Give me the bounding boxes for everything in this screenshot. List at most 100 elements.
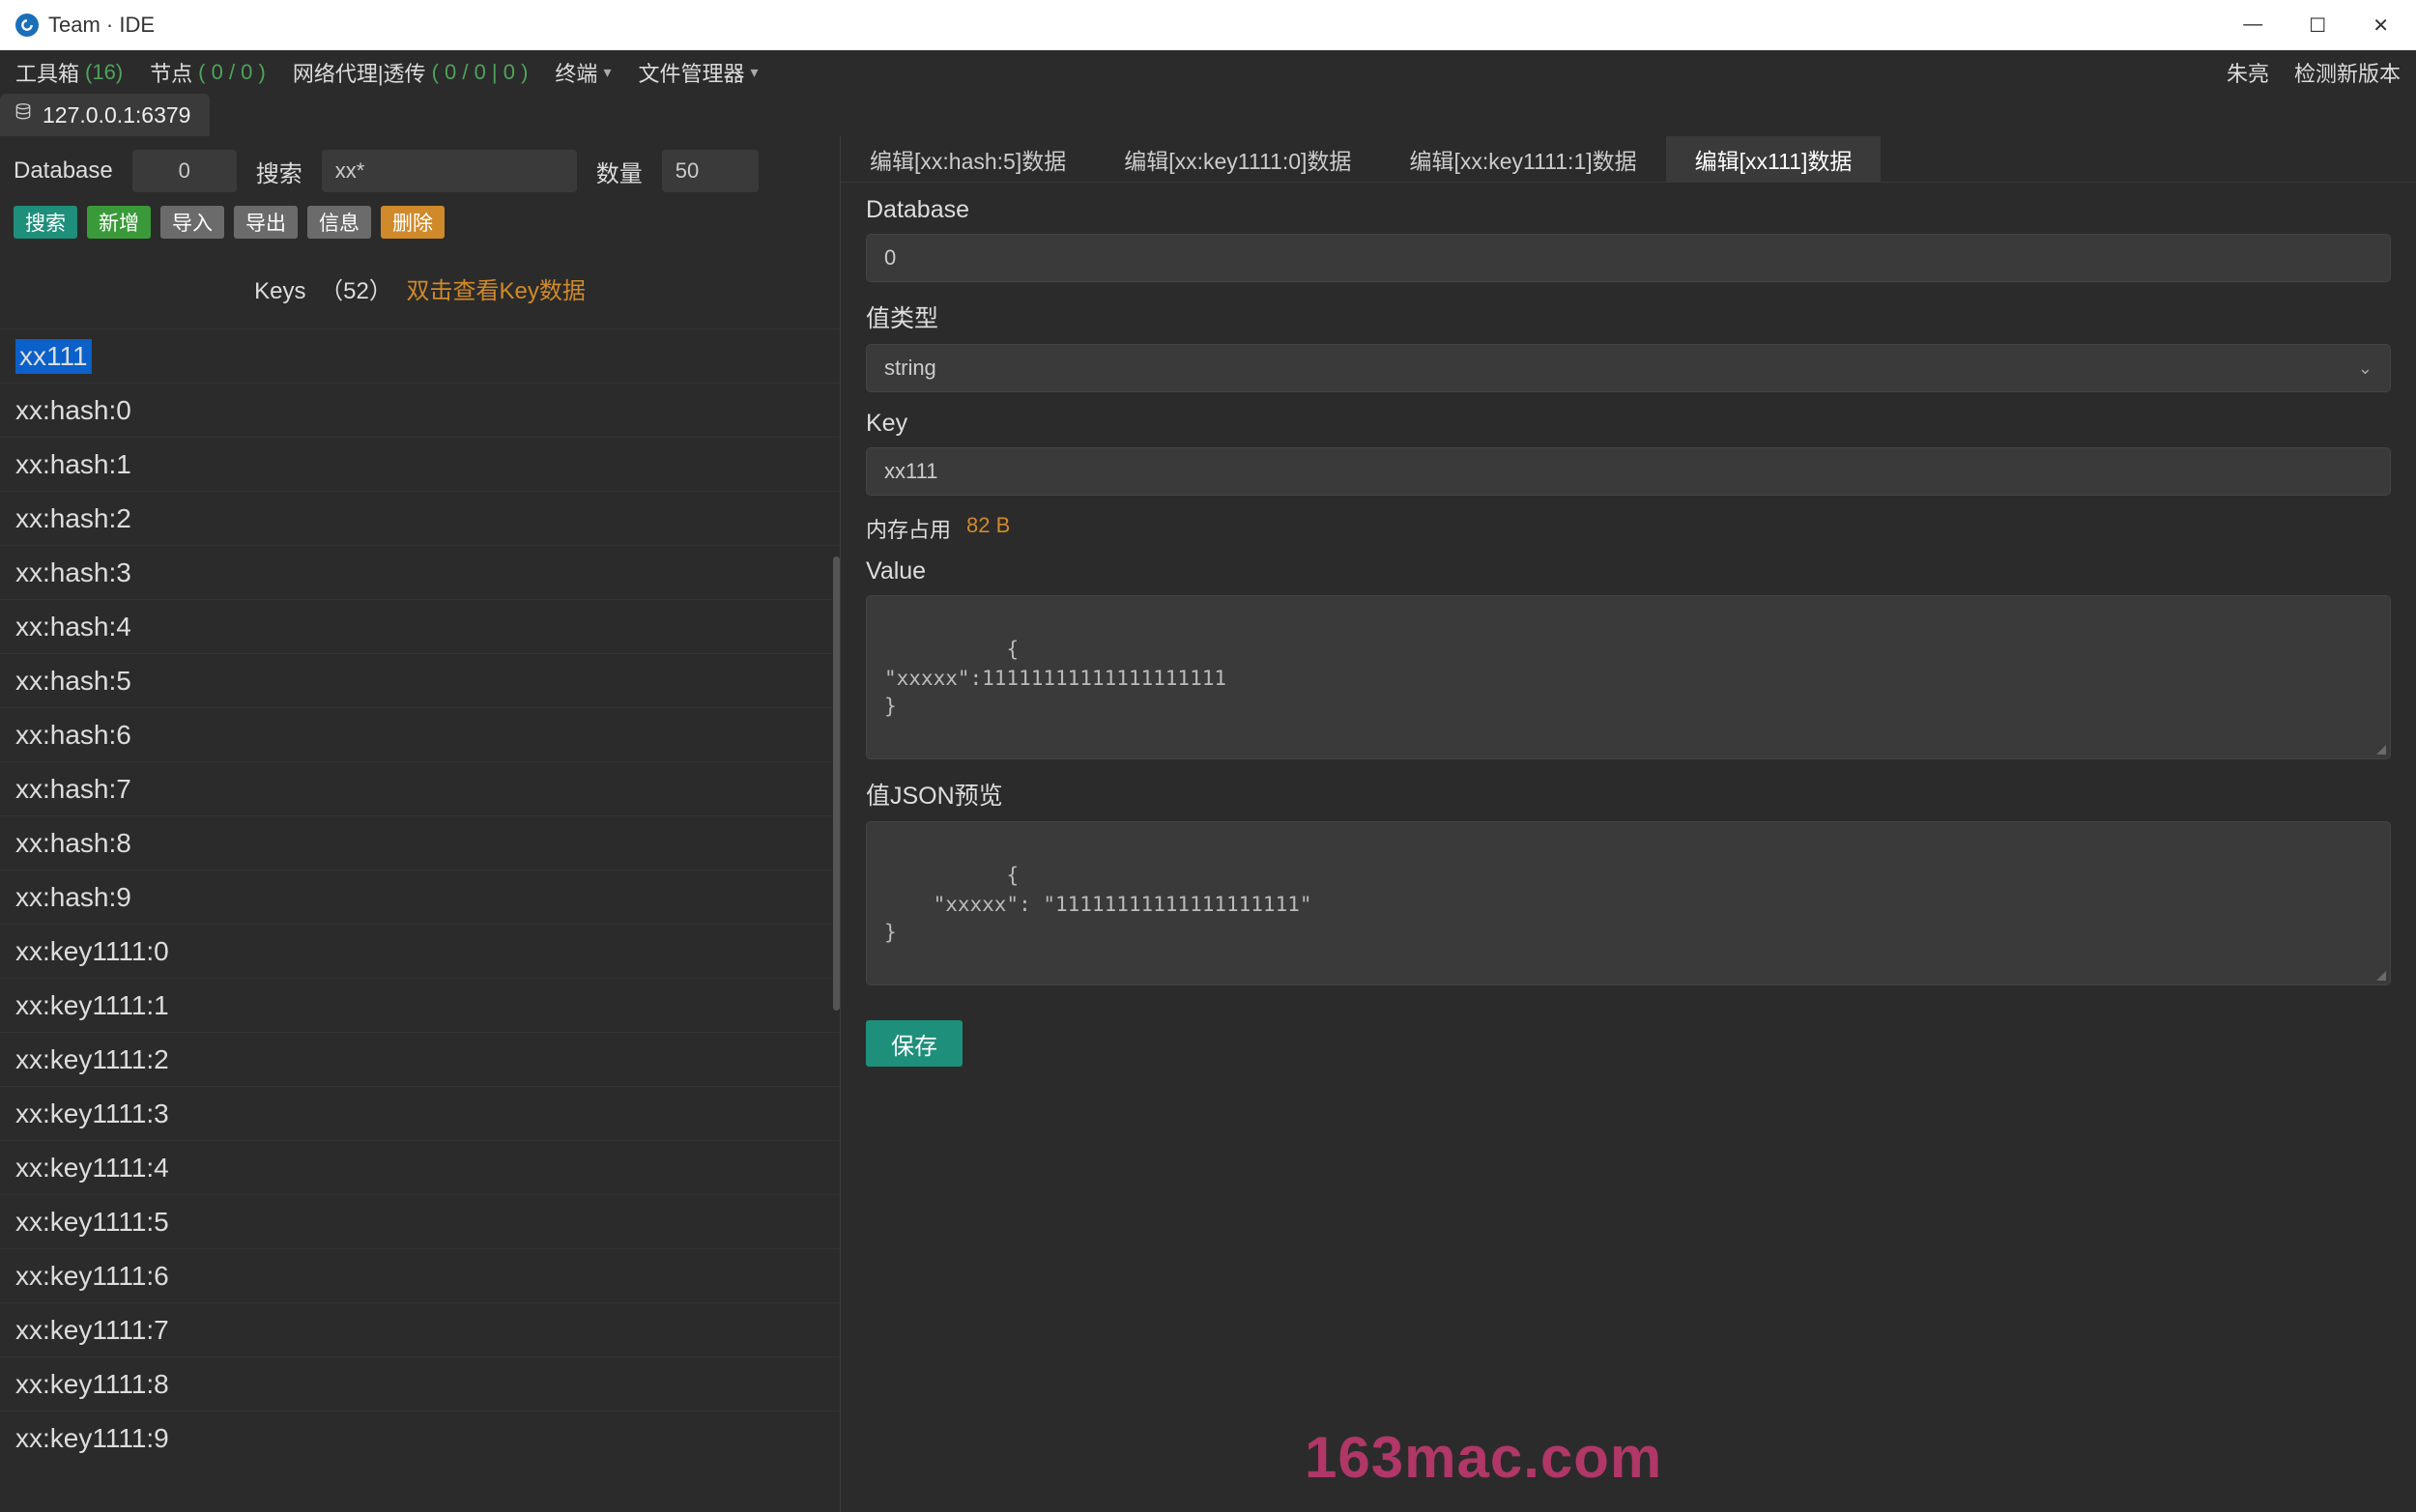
field-type-value: string — [884, 356, 936, 381]
menu-nodes-label: 节点 — [150, 57, 192, 88]
sidebar-filters: Database 0 搜索 xx* 数量 50 — [0, 136, 840, 202]
menu-netproxy-count: ( 0 / 0 | 0 ) — [432, 60, 529, 85]
memory-row: 内存占用 82 B — [866, 513, 2391, 544]
database-label: Database — [14, 157, 113, 185]
editor-tab[interactable]: 编辑[xx:key1111:0]数据 — [1095, 136, 1380, 182]
key-row[interactable]: xx:key1111:0 — [0, 924, 840, 978]
key-row[interactable]: xx:hash:1 — [0, 437, 840, 491]
menu-user[interactable]: 朱亮 — [2227, 57, 2269, 88]
field-database-label: Database — [866, 196, 2391, 224]
key-row[interactable]: xx:key1111:8 — [0, 1356, 840, 1411]
info-button[interactable]: 信息 — [307, 206, 371, 239]
field-value-label: Value — [866, 557, 2391, 585]
resize-handle-icon[interactable] — [2376, 971, 2386, 981]
menu-netproxy-label: 网络代理|透传 — [293, 57, 426, 88]
add-button[interactable]: 新增 — [87, 206, 151, 239]
delete-button[interactable]: 删除 — [381, 206, 445, 239]
resize-handle-icon[interactable] — [2376, 745, 2386, 755]
import-button[interactable]: 导入 — [160, 206, 224, 239]
key-row[interactable]: xx:hash:4 — [0, 599, 840, 653]
key-row[interactable]: xx:key1111:2 — [0, 1032, 840, 1086]
field-json-content: { "xxxxx": "11111111111111111111" } — [884, 864, 1312, 944]
menu-filemanager-label: 文件管理器 — [638, 57, 744, 88]
keys-header-hint: 双击查看Key数据 — [407, 278, 586, 304]
key-row[interactable]: xx:key1111:6 — [0, 1248, 840, 1302]
menu-nodes-count: ( 0 / 0 ) — [198, 60, 266, 85]
count-value: 50 — [676, 158, 699, 184]
key-row[interactable]: xx:hash:5 — [0, 653, 840, 707]
sidebar-actions: 搜索 新增 导入 导出 信息 删除 — [0, 202, 840, 248]
key-row[interactable]: xx:hash:0 — [0, 383, 840, 437]
title-bar: Team · IDE — ☐ ✕ — [0, 0, 2416, 50]
field-json-label: 值JSON预览 — [866, 777, 2391, 812]
count-input[interactable]: 50 — [662, 150, 759, 192]
chevron-down-icon: ▾ — [750, 63, 758, 82]
field-json-textarea[interactable]: { "xxxxx": "11111111111111111111" } — [866, 821, 2391, 985]
field-key-value: xx111 — [884, 459, 937, 484]
search-input[interactable]: xx* — [322, 150, 577, 192]
chevron-down-icon: ⌄ — [2358, 358, 2373, 379]
minimize-button[interactable]: — — [2243, 14, 2262, 38]
key-list: xx111xx:hash:0xx:hash:1xx:hash:2xx:hash:… — [0, 328, 840, 1512]
editor-tab[interactable]: 编辑[xx111]数据 — [1666, 136, 1882, 182]
field-database-value: 0 — [884, 245, 896, 271]
key-row[interactable]: xx:hash:3 — [0, 545, 840, 599]
count-label: 数量 — [596, 155, 643, 188]
menu-terminal[interactable]: 终端 ▾ — [555, 57, 611, 88]
export-button[interactable]: 导出 — [234, 206, 298, 239]
editor-tabs: 编辑[xx:hash:5]数据编辑[xx:key1111:0]数据编辑[xx:k… — [841, 136, 2416, 183]
field-value-content: { "xxxxx":11111111111111111111 } — [884, 638, 1226, 718]
database-input[interactable]: 0 — [132, 150, 237, 192]
connection-tab[interactable]: 127.0.0.1:6379 — [0, 94, 210, 136]
app-logo-icon — [15, 14, 39, 37]
chevron-down-icon: ▾ — [603, 63, 611, 82]
window-controls: — ☐ ✕ — [2243, 14, 2401, 38]
key-row[interactable]: xx:key1111:1 — [0, 978, 840, 1032]
key-row[interactable]: xx:key1111:3 — [0, 1086, 840, 1140]
database-icon — [14, 102, 33, 128]
menu-toolbox-count: (16) — [85, 60, 123, 85]
key-row[interactable]: xx111 — [0, 328, 840, 383]
key-row[interactable]: xx:hash:6 — [0, 707, 840, 761]
menu-terminal-label: 终端 — [555, 57, 597, 88]
field-key-label: Key — [866, 410, 2391, 438]
close-button[interactable]: ✕ — [2373, 14, 2389, 38]
scrollbar-thumb[interactable] — [833, 556, 840, 1011]
key-row[interactable]: xx:key1111:4 — [0, 1140, 840, 1194]
editor-tab[interactable]: 编辑[xx:hash:5]数据 — [841, 136, 1095, 182]
key-row[interactable]: xx:hash:8 — [0, 815, 840, 870]
menu-toolbox-label: 工具箱 — [15, 57, 79, 88]
key-row[interactable]: xx:hash:7 — [0, 761, 840, 815]
left-panel: Database 0 搜索 xx* 数量 50 搜索 新增 导入 导出 信息 删… — [0, 136, 841, 1512]
menu-bar: 工具箱 (16) 节点 ( 0 / 0 ) 网络代理|透传 ( 0 / 0 | … — [0, 50, 2416, 94]
right-panel: 编辑[xx:hash:5]数据编辑[xx:key1111:0]数据编辑[xx:k… — [841, 136, 2416, 1512]
key-row[interactable]: xx:key1111:7 — [0, 1302, 840, 1356]
keys-header: Keys （52） 双击查看Key数据 — [0, 248, 840, 328]
window-title: Team · IDE — [48, 13, 155, 38]
key-row[interactable]: xx:key1111:9 — [0, 1411, 840, 1465]
editor-tab[interactable]: 编辑[xx:key1111:1]数据 — [1380, 136, 1665, 182]
menu-toolbox[interactable]: 工具箱 (16) — [15, 57, 123, 88]
menu-filemanager[interactable]: 文件管理器 ▾ — [638, 57, 758, 88]
field-value-textarea[interactable]: { "xxxxx":11111111111111111111 } — [866, 595, 2391, 759]
keys-header-count: （52） — [320, 278, 392, 304]
memory-label: 内存占用 — [866, 513, 951, 544]
connection-label: 127.0.0.1:6379 — [43, 102, 190, 128]
maximize-button[interactable]: ☐ — [2309, 14, 2326, 38]
menu-nodes[interactable]: 节点 ( 0 / 0 ) — [150, 57, 266, 88]
field-type-label: 值类型 — [866, 300, 2391, 334]
search-value: xx* — [335, 158, 365, 184]
menu-check-update[interactable]: 检测新版本 — [2294, 57, 2401, 88]
save-button[interactable]: 保存 — [866, 1020, 963, 1067]
keys-header-label: Keys — [254, 278, 305, 304]
field-database-input[interactable]: 0 — [866, 234, 2391, 282]
field-type-select[interactable]: string ⌄ — [866, 344, 2391, 392]
field-key-input[interactable]: xx111 — [866, 447, 2391, 496]
menu-netproxy[interactable]: 网络代理|透传 ( 0 / 0 | 0 ) — [293, 57, 529, 88]
search-label: 搜索 — [256, 155, 302, 188]
search-button[interactable]: 搜索 — [14, 206, 77, 239]
key-row[interactable]: xx:key1111:5 — [0, 1194, 840, 1248]
connection-tab-row: 127.0.0.1:6379 — [0, 94, 2416, 136]
key-row[interactable]: xx:hash:2 — [0, 491, 840, 545]
key-row[interactable]: xx:hash:9 — [0, 870, 840, 924]
